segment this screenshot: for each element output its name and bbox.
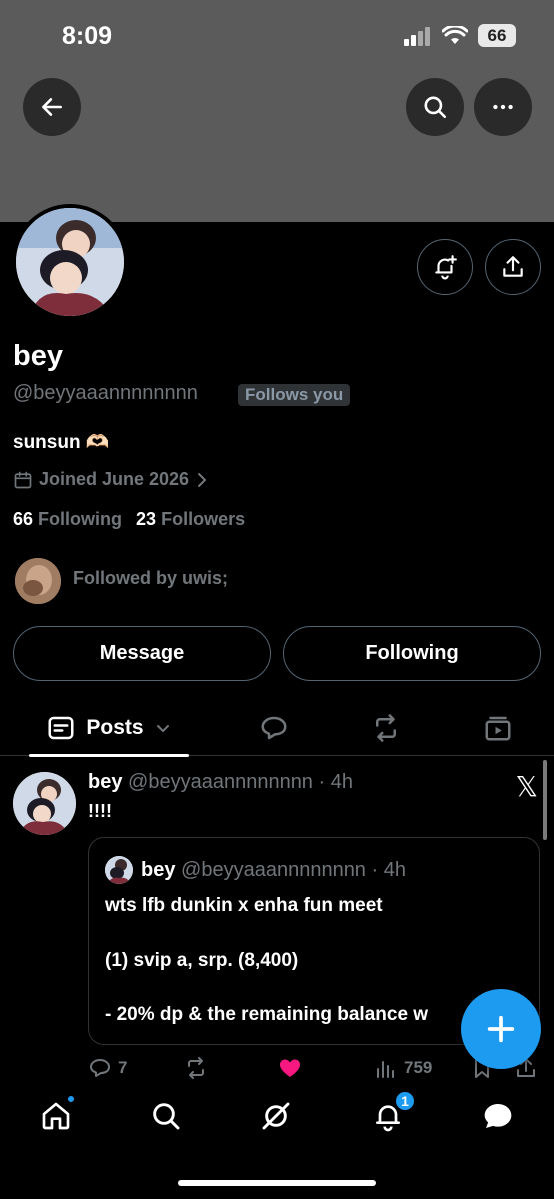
video-icon [485, 716, 511, 741]
share-button[interactable] [485, 239, 541, 295]
quote-text-line: wts lfb dunkin x enha fun meet [105, 895, 383, 916]
nav-home[interactable] [36, 1094, 76, 1136]
followed-by-text[interactable]: Followed by uwis; [73, 568, 228, 589]
nav-messages[interactable] [478, 1096, 518, 1136]
tab-posts[interactable]: Posts [29, 700, 189, 757]
tab-reposts[interactable] [364, 700, 408, 756]
nav-grok[interactable] [256, 1096, 296, 1136]
active-tab-indicator [29, 754, 189, 757]
post-author-name[interactable]: bey [88, 771, 122, 793]
post-author-handle: @beyyaaannnnnnnn · 4h [128, 771, 353, 793]
followed-by-avatar[interactable] [15, 558, 61, 604]
home-indicator [178, 1180, 376, 1186]
grok-icon [262, 1102, 290, 1130]
x-logo-icon: 𝕏 [515, 770, 538, 803]
views-count: 759 [404, 1058, 433, 1077]
search-icon [424, 96, 447, 119]
status-icons: 66 [404, 24, 516, 47]
post-header: bey @beyyaaannnnnnnn · 4h [88, 771, 353, 794]
quote-text-line: - 20% dp & the remaining balance w [105, 1004, 429, 1025]
plus-icon [487, 1015, 515, 1043]
profile-avatar[interactable] [12, 204, 128, 320]
search-icon [153, 1103, 180, 1130]
home-unread-dot [66, 1094, 76, 1104]
cellular-signal-icon [404, 26, 430, 46]
repost-icon [188, 1057, 204, 1079]
heart-filled-icon [280, 1059, 300, 1077]
post-text: !!!! [88, 801, 112, 821]
repost-icon [376, 714, 396, 742]
followers-stat[interactable]: 23 Followers [136, 509, 245, 530]
views-icon [377, 1061, 394, 1078]
profile-name: bey [13, 340, 63, 372]
battery-indicator: 66 [478, 24, 516, 47]
wifi-icon [442, 25, 468, 44]
home-icon [42, 1102, 70, 1130]
back-button[interactable] [23, 78, 81, 136]
more-options-button[interactable] [474, 78, 532, 136]
repost-action[interactable] [184, 1056, 208, 1080]
profile-tabs: Posts [0, 700, 554, 757]
calendar-icon [14, 471, 32, 488]
notify-button[interactable] [417, 239, 473, 295]
quote-text-line: (1) svip a, srp. (8,400) [105, 950, 299, 971]
share-icon [503, 256, 523, 277]
nav-search[interactable] [146, 1096, 186, 1136]
followers-label: Followers [161, 509, 246, 529]
arrow-left-icon [42, 98, 62, 116]
followed-by-avatar-photo [15, 558, 61, 604]
tab-replies[interactable] [252, 700, 296, 756]
tab-media[interactable] [476, 700, 520, 756]
reply-icon [261, 716, 287, 740]
reply-count: 7 [118, 1058, 128, 1077]
joined-label: Joined June 2026 [39, 469, 190, 489]
post-avatar[interactable] [13, 772, 76, 835]
following-label: Following [38, 509, 123, 529]
quote-avatar-photo [105, 856, 133, 884]
scrollbar[interactable] [543, 760, 547, 840]
chevron-right-icon [198, 472, 207, 487]
search-button[interactable] [406, 78, 464, 136]
post-avatar-photo [13, 772, 76, 835]
compose-post-button[interactable] [461, 989, 541, 1069]
following-stat[interactable]: 66 Following [13, 509, 122, 530]
tab-posts-label: Posts [86, 716, 144, 739]
nav-notifications[interactable]: 1 [368, 1090, 416, 1136]
profile-handle: @beyyaaannnnnnnn [13, 382, 198, 404]
quote-avatar [105, 856, 133, 884]
status-time: 8:09 [62, 22, 113, 50]
quote-author-handle: @beyyaaannnnnnnn · 4h [181, 859, 406, 881]
quote-header: bey @beyyaaannnnnnnn · 4h [141, 859, 406, 882]
like-action[interactable] [278, 1056, 302, 1080]
reply-icon [90, 1059, 110, 1077]
reply-action[interactable]: 7 [88, 1056, 127, 1080]
chat-bubble-icon [484, 1104, 512, 1128]
following-count: 66 [13, 509, 34, 529]
avatar-photo [16, 208, 124, 316]
bell-plus-icon [435, 255, 457, 280]
follows-you-badge: Follows you [238, 384, 351, 406]
quote-author-name: bey [141, 859, 176, 881]
message-button[interactable]: Message [13, 626, 271, 681]
following-button[interactable]: Following [283, 626, 541, 681]
chevron-down-icon [156, 725, 169, 733]
follow-stats: 66 Following 23 Followers [13, 509, 245, 530]
views-action[interactable]: 759 [374, 1056, 432, 1080]
more-horizontal-icon [493, 104, 513, 110]
joined-date[interactable]: Joined June 2026 [13, 469, 209, 490]
profile-bio: sunsun 🫶🏻 [13, 432, 110, 453]
notifications-badge: 1 [394, 1090, 416, 1112]
followers-count: 23 [136, 509, 157, 529]
posts-icon [48, 716, 74, 740]
